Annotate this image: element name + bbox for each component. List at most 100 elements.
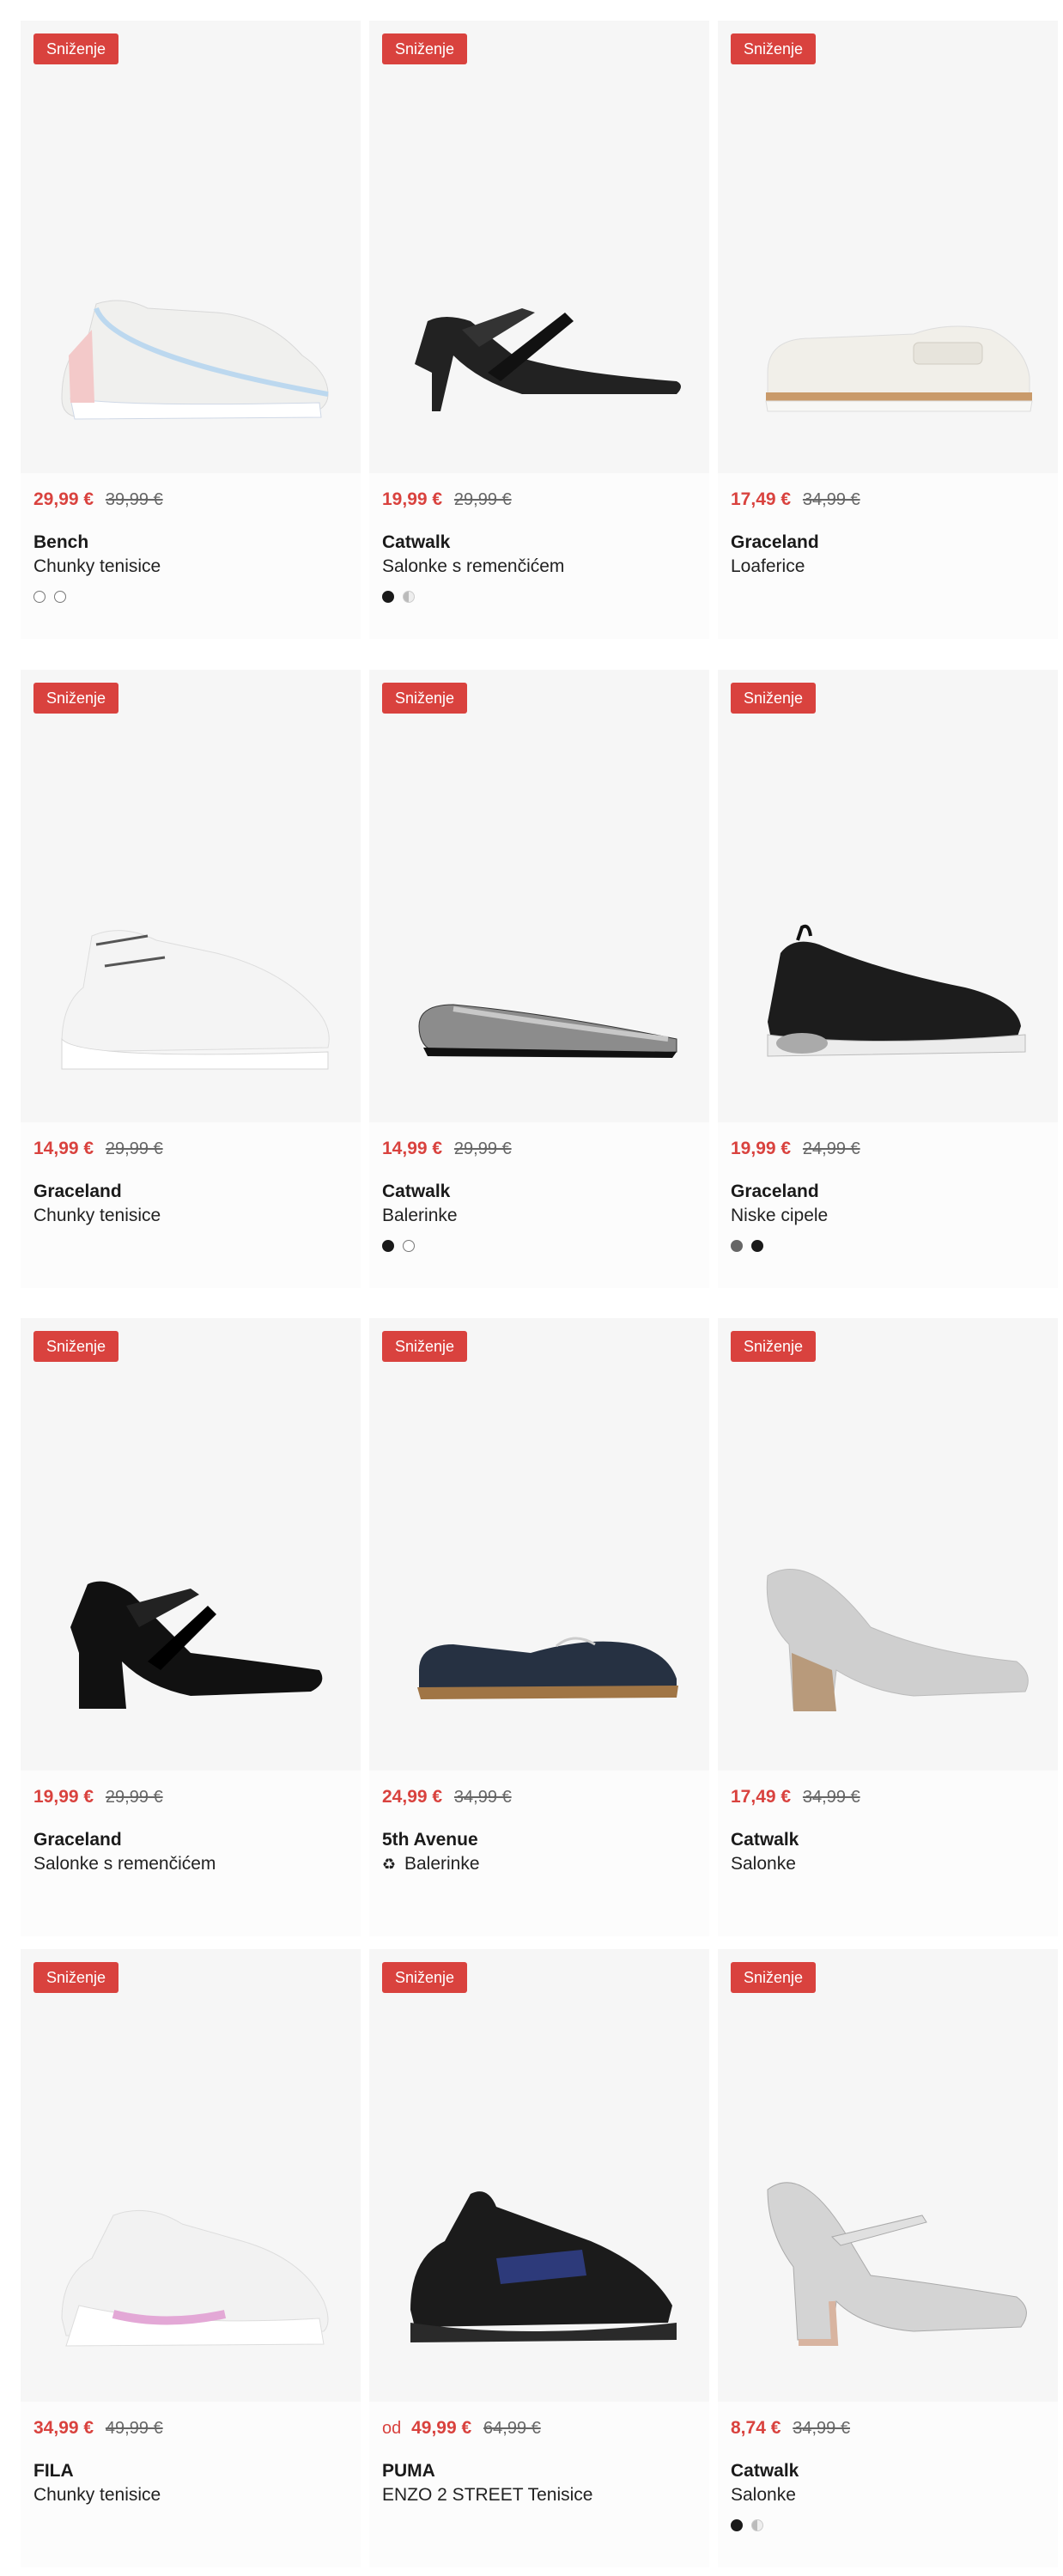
product-name-label: Niske cipele bbox=[731, 1206, 829, 1225]
product-name-label: Salonke s remenčićem bbox=[382, 556, 565, 576]
product-card[interactable]: Sniženje 8,74 € 34,99 € Catwalk Salonke bbox=[718, 1949, 1058, 2567]
product-image[interactable]: Sniženje bbox=[369, 21, 709, 473]
product-name[interactable]: Salonke bbox=[731, 1852, 1045, 1876]
product-image[interactable]: Sniženje bbox=[21, 21, 361, 473]
block-heel-icon bbox=[70, 1581, 323, 1709]
color-swatch[interactable] bbox=[382, 1240, 394, 1252]
color-swatch[interactable] bbox=[403, 1240, 415, 1252]
strappy-heel-icon bbox=[415, 308, 681, 411]
chunky-sneaker-icon bbox=[61, 300, 329, 420]
product-image[interactable]: Sniženje bbox=[718, 1318, 1058, 1771]
color-swatch[interactable] bbox=[751, 2519, 763, 2531]
product-card[interactable]: Sniženje 19,99 € 29,99 € Catwalk Salonke… bbox=[369, 21, 709, 639]
original-price: 29,99 € bbox=[105, 1139, 163, 1158]
color-swatch[interactable] bbox=[731, 2519, 743, 2531]
product-image[interactable]: Sniženje bbox=[369, 670, 709, 1122]
product-card[interactable]: Sniženje 14,99 € 29,99 € Catwalk Balerin… bbox=[369, 670, 709, 1288]
product-info: 19,99 € 29,99 € Graceland Salonke s reme… bbox=[33, 1782, 348, 1904]
product-name-label: Chunky tenisice bbox=[33, 556, 161, 576]
product-image[interactable]: Sniženje bbox=[21, 670, 361, 1122]
product-name[interactable]: Salonke s remenčićem bbox=[382, 555, 696, 579]
product-image[interactable]: Sniženje bbox=[718, 21, 1058, 473]
product-name-label: Loaferice bbox=[731, 556, 805, 576]
product-name[interactable]: Salonke s remenčićem bbox=[33, 1852, 348, 1876]
product-brand: Graceland bbox=[33, 1182, 122, 1201]
product-name[interactable]: Niske cipele bbox=[731, 1204, 1045, 1228]
product-name-label: Salonke s remenčićem bbox=[33, 1854, 216, 1874]
product-brand: Bench bbox=[33, 532, 89, 552]
sale-badge: Sniženje bbox=[33, 1962, 119, 1993]
product-info: 14,99 € 29,99 € Graceland Chunky tenisic… bbox=[33, 1133, 348, 1255]
product-brand: Graceland bbox=[731, 1182, 819, 1201]
product-name-label: ENZO 2 STREET Tenisice bbox=[382, 2485, 593, 2505]
price-row: od 49,99 € 64,99 € bbox=[382, 2413, 696, 2444]
product-info: od 49,99 € 64,99 € PUMA ENZO 2 STREET Te… bbox=[382, 2413, 696, 2535]
product-name[interactable]: ♻ Balerinke bbox=[382, 1852, 696, 1876]
product-card[interactable]: Sniženje 17,49 € 34,99 € Catwalk Salonke bbox=[718, 1318, 1058, 1936]
price-row: 8,74 € 34,99 € bbox=[731, 2413, 1045, 2444]
product-name[interactable]: Balerinke bbox=[382, 1204, 696, 1228]
product-card[interactable]: Sniženje 34,99 € 49,99 € FILA Chunky ten… bbox=[21, 1949, 361, 2567]
price-row: 19,99 € 29,99 € bbox=[382, 484, 696, 515]
product-card[interactable]: Sniženje 24,99 € 34,99 € 5th Avenue ♻ Ba… bbox=[369, 1318, 709, 1936]
original-price: 34,99 € bbox=[802, 490, 860, 509]
product-image[interactable]: Sniženje bbox=[718, 1949, 1058, 2402]
original-price: 29,99 € bbox=[453, 490, 512, 509]
product-image[interactable]: Sniženje bbox=[369, 1318, 709, 1771]
sale-badge: Sniženje bbox=[33, 683, 119, 714]
color-swatches bbox=[731, 2519, 1045, 2535]
product-card[interactable]: Sniženje 17,49 € 34,99 € Graceland Loafe… bbox=[718, 21, 1058, 639]
sale-price: 14,99 € bbox=[382, 1139, 443, 1158]
product-brand: 5th Avenue bbox=[382, 1830, 478, 1850]
color-swatches bbox=[33, 2519, 348, 2535]
chunky-sneaker-icon bbox=[61, 2209, 329, 2347]
price-row: 17,49 € 34,99 € bbox=[731, 1782, 1045, 1813]
product-name[interactable]: Chunky tenisice bbox=[33, 1204, 348, 1228]
product-info: 34,99 € 49,99 € FILA Chunky tenisice bbox=[33, 2413, 348, 2535]
sale-badge: Sniženje bbox=[731, 33, 817, 64]
original-price: 39,99 € bbox=[105, 490, 163, 509]
product-name[interactable]: Chunky tenisice bbox=[33, 2483, 348, 2507]
sale-price: 24,99 € bbox=[382, 1787, 443, 1807]
running-sneaker-icon bbox=[410, 2191, 677, 2342]
product-card[interactable]: Sniženje 29,99 € 39,99 € Bench Chunky te… bbox=[21, 21, 361, 639]
sale-price: 19,99 € bbox=[731, 1139, 792, 1158]
product-name-label: Balerinke bbox=[382, 1206, 458, 1225]
product-image[interactable]: Sniženje bbox=[718, 670, 1058, 1122]
product-info: 14,99 € 29,99 € Catwalk Balerinke bbox=[382, 1133, 696, 1255]
loafer-icon bbox=[765, 325, 1033, 412]
product-name[interactable]: Salonke bbox=[731, 2483, 1045, 2507]
product-info: 19,99 € 24,99 € Graceland Niske cipele bbox=[731, 1133, 1045, 1255]
product-image[interactable]: Sniženje bbox=[21, 1949, 361, 2402]
product-brand: Graceland bbox=[33, 1830, 122, 1850]
product-card[interactable]: Sniženje 19,99 € 24,99 € Graceland Niske… bbox=[718, 670, 1058, 1288]
ballerina-flat-icon bbox=[418, 1004, 677, 1058]
color-swatches bbox=[731, 591, 1045, 606]
product-card[interactable]: Sniženje 19,99 € 29,99 € Graceland Salon… bbox=[21, 1318, 361, 1936]
product-image[interactable]: Sniženje bbox=[21, 1318, 361, 1771]
product-name[interactable]: Chunky tenisice bbox=[33, 555, 348, 579]
color-swatch[interactable] bbox=[731, 1240, 743, 1252]
sale-badge: Sniženje bbox=[382, 33, 468, 64]
sale-price: 17,49 € bbox=[731, 1787, 792, 1807]
product-image[interactable]: Sniženje bbox=[369, 1949, 709, 2402]
product-name[interactable]: Loaferice bbox=[731, 555, 1045, 579]
product-brand: Catwalk bbox=[382, 1182, 451, 1201]
color-swatch[interactable] bbox=[382, 591, 394, 603]
sale-badge: Sniženje bbox=[731, 1962, 817, 1993]
price-prefix: od bbox=[382, 2419, 402, 2438]
product-card[interactable]: Sniženje 14,99 € 29,99 € Graceland Chunk… bbox=[21, 670, 361, 1288]
product-brand: FILA bbox=[33, 2461, 74, 2481]
product-card[interactable]: Sniženje od 49,99 € 64,99 € PUMA ENZO 2 … bbox=[369, 1949, 709, 2567]
sale-price: 14,99 € bbox=[33, 1139, 94, 1158]
product-info: 17,49 € 34,99 € Graceland Loaferice bbox=[731, 484, 1045, 606]
sale-price: 49,99 € bbox=[411, 2418, 472, 2438]
original-price: 29,99 € bbox=[105, 1788, 163, 1807]
color-swatch[interactable] bbox=[33, 591, 46, 603]
price-row: 29,99 € 39,99 € bbox=[33, 484, 348, 515]
color-swatch[interactable] bbox=[54, 591, 66, 603]
color-swatch[interactable] bbox=[403, 591, 415, 603]
color-swatch[interactable] bbox=[751, 1240, 763, 1252]
product-name[interactable]: ENZO 2 STREET Tenisice bbox=[382, 2483, 696, 2507]
color-swatches bbox=[33, 591, 348, 606]
